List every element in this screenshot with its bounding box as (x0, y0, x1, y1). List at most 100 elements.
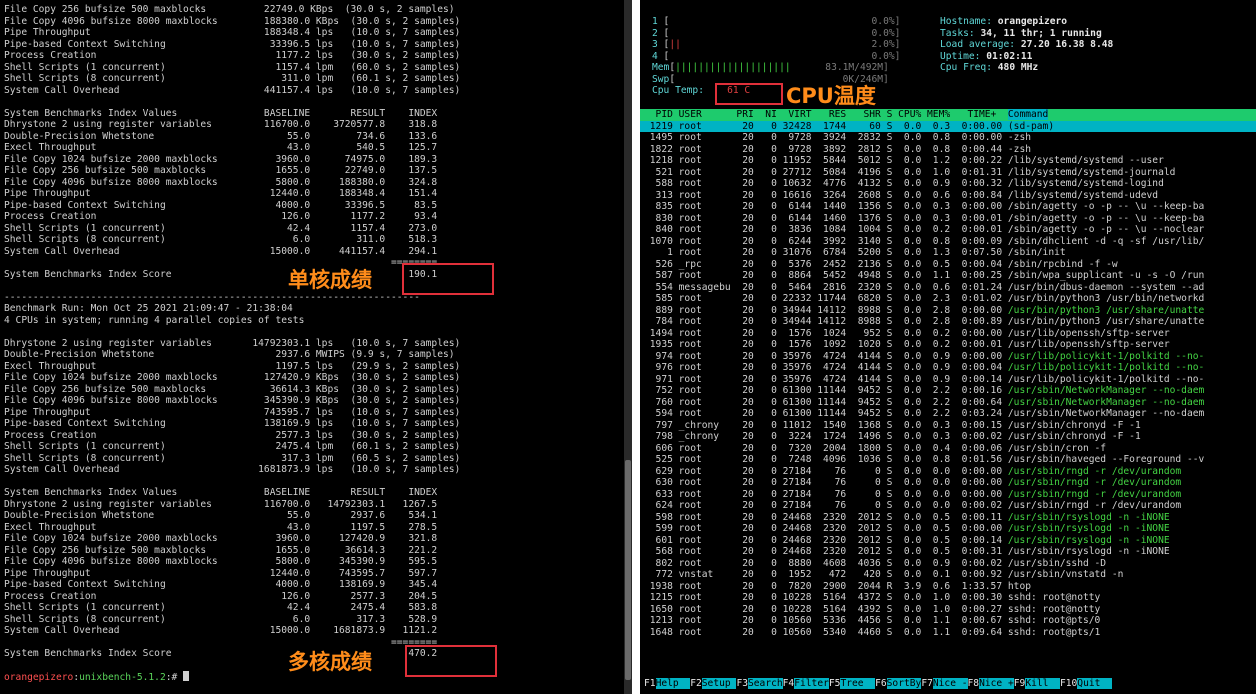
output-line: 4 CPUs in system; running 4 parallel cop… (4, 314, 305, 326)
output-line: Process Creation 126.0 1177.2 93.4 (4, 211, 438, 222)
process-row[interactable]: 594 root 20 0 61300 11144 9452 S 0.0 2.2… (640, 408, 1256, 420)
process-row[interactable]: 1822 root 20 0 9728 3892 2812 S 0.0 0.8 … (640, 144, 1256, 156)
process-stats: 594 root 20 0 61300 11144 9452 S 0.0 2.2… (644, 408, 1008, 419)
process-table[interactable]: PID USER PRI NI VIRT RES SHR S CPU% MEM%… (640, 109, 1256, 638)
process-row[interactable]: 588 root 20 0 10632 4776 4132 S 0.0 0.9 … (640, 178, 1256, 190)
fkey-label[interactable]: Help (655, 677, 691, 689)
process-command: /usr/sbin/NetworkManager --no-daem (1007, 408, 1205, 419)
process-row[interactable]: 1494 root 20 0 1576 1024 952 S 0.0 0.2 0… (640, 328, 1256, 340)
process-row[interactable]: 802 root 20 0 8880 4608 4036 S 0.0 0.9 0… (640, 558, 1256, 570)
process-row[interactable]: 772 vnstat 20 0 1952 472 420 S 0.0 0.1 0… (640, 569, 1256, 581)
fkey-f2[interactable]: F2 (690, 678, 702, 689)
process-row[interactable]: 1648 root 20 0 10560 5340 4460 S 0.0 1.1… (640, 627, 1256, 639)
fkey-f1[interactable]: F1 (644, 678, 656, 689)
benchmark-terminal[interactable]: File Copy 256 bufsize 500 maxblocks 2274… (0, 0, 632, 694)
process-row[interactable]: 1495 root 20 0 9728 3924 2832 S 0.0 0.8 … (640, 132, 1256, 144)
process-row[interactable]: 599 root 20 0 24468 2320 2012 S 0.0 0.5 … (640, 523, 1256, 535)
output-line: File Copy 4096 bufsize 8000 maxblocks 58… (4, 556, 438, 567)
function-key-bar[interactable]: F1Help F2Setup F3SearchF4FilterF5Tree F6… (644, 677, 1112, 690)
process-stats: 1495 root 20 0 9728 3924 2832 S 0.0 0.8 … (644, 132, 1008, 143)
process-row[interactable]: 760 root 20 0 61300 11144 9452 S 0.0 2.2… (640, 397, 1256, 409)
process-row[interactable]: 554 messagebu 20 0 5464 2816 2320 S 0.0 … (640, 282, 1256, 294)
output-line: Double-Precision Whetstone 2937.6 MWIPS … (4, 349, 455, 360)
output-line: File Copy 256 bufsize 500 maxblocks 1655… (4, 544, 438, 556)
process-row[interactable]: 1218 root 20 0 11952 5844 5012 S 0.0 1.2… (640, 155, 1256, 167)
fkey-label[interactable]: Nice + (979, 677, 1014, 689)
fkey-label[interactable]: Tree (840, 677, 876, 689)
fkey-f10[interactable]: F10 (1060, 678, 1077, 689)
process-row[interactable]: 1650 root 20 0 10228 5164 4392 S 0.0 1.0… (640, 604, 1256, 616)
process-row[interactable]: 585 root 20 0 22332 11744 6820 S 0.0 2.3… (640, 293, 1256, 305)
process-command: /sbin/rpcbind -f -w (1007, 258, 1118, 270)
cpu-percent: 0.0%] (871, 16, 901, 27)
scrollbar-thumb[interactable] (625, 460, 631, 680)
process-row[interactable]: 1219 root 20 0 32428 1744 60 S 0.0 0.3 0… (640, 120, 1256, 132)
process-row[interactable]: 1213 root 20 0 10560 5336 4456 S 0.0 1.1… (640, 615, 1256, 627)
process-row[interactable]: 1070 root 20 0 6244 3992 3140 S 0.0 0.8 … (640, 236, 1256, 248)
process-row[interactable]: 624 root 20 0 27184 76 0 S 0.0 0.0 0:00.… (640, 500, 1256, 512)
process-row[interactable]: 840 root 20 0 3836 1084 1004 S 0.0 0.2 0… (640, 224, 1256, 236)
process-row[interactable]: 752 root 20 0 61300 11144 9452 S 0.0 2.2… (640, 385, 1256, 397)
fkey-f8[interactable]: F8 (968, 678, 980, 689)
process-row[interactable]: 313 root 20 0 16616 3264 2608 S 0.0 0.6 … (640, 190, 1256, 202)
shell-prompt[interactable]: orangepizero:unixbench-5.1.2:# (4, 671, 460, 684)
process-row[interactable]: 835 root 20 0 6144 1440 1356 S 0.0 0.3 0… (640, 201, 1256, 213)
command-column-header[interactable]: Command (1007, 109, 1049, 120)
process-stats: 624 root 20 0 27184 76 0 S 0.0 0.0 0:00.… (644, 500, 1008, 511)
process-row[interactable]: 830 root 20 0 6144 1460 1376 S 0.0 0.3 0… (640, 213, 1256, 225)
process-row[interactable]: 598 root 20 0 24468 2320 2012 S 0.0 0.5 … (640, 512, 1256, 524)
process-stats: 554 messagebu 20 0 5464 2816 2320 S 0.0 … (644, 281, 1008, 293)
process-row[interactable]: 630 root 20 0 27184 76 0 S 0.0 0.0 0:00.… (640, 477, 1256, 489)
fkey-label[interactable]: Setup (701, 677, 737, 689)
process-row[interactable]: 889 root 20 0 34944 14112 8988 S 0.0 2.8… (640, 305, 1256, 317)
fkey-label[interactable]: Filter (794, 677, 829, 689)
process-row[interactable]: 633 root 20 0 27184 76 0 S 0.0 0.0 0:00.… (640, 489, 1256, 501)
fkey-label[interactable]: Kill (1025, 677, 1060, 689)
column-header-row[interactable]: PID USER PRI NI VIRT RES SHR S CPU% MEM%… (640, 109, 1256, 121)
cpu-percent: 2.0%] (871, 39, 901, 50)
htop-terminal[interactable]: 1 [ 0.0%] 2 [ 0.0%] 3 [|| 2.0%] 4 [ 0.0%] Me… (640, 0, 1256, 694)
prompt-path: unixbench-5.1.2 (79, 672, 166, 683)
fkey-label[interactable]: Nice - (932, 677, 968, 689)
process-row[interactable]: 1215 root 20 0 10228 5164 4372 S 0.0 1.0… (640, 592, 1256, 604)
fkey-label[interactable]: Search (748, 677, 783, 689)
process-row[interactable]: 601 root 20 0 24468 2320 2012 S 0.0 0.5 … (640, 535, 1256, 547)
process-row[interactable]: 587 root 20 0 8864 5452 4948 S 0.0 1.1 0… (640, 270, 1256, 282)
process-stats: 1822 root 20 0 9728 3892 2812 S 0.0 0.8 … (644, 143, 1008, 155)
process-row[interactable]: 1 root 20 0 31076 6784 5200 S 0.0 1.3 0:… (640, 247, 1256, 259)
output-line: Pipe-based Context Switching 4000.0 1381… (4, 579, 438, 590)
process-row[interactable]: 974 root 20 0 35976 4724 4144 S 0.0 0.9 … (640, 351, 1256, 363)
fkey-f5[interactable]: F5 (829, 678, 841, 689)
process-command: /usr/sbin/rngd -r /dev/urandom (1007, 500, 1182, 511)
process-row[interactable]: 798 _chrony 20 0 3224 1724 1496 S 0.0 0.… (640, 431, 1256, 443)
fkey-f4[interactable]: F4 (783, 678, 795, 689)
fkey-f3[interactable]: F3 (736, 678, 748, 689)
process-row[interactable]: 971 root 20 0 35976 4724 4144 S 0.0 0.9 … (640, 374, 1256, 386)
process-stats: 1 root 20 0 31076 6784 5200 S 0.0 1.3 0:… (644, 247, 1008, 258)
process-row[interactable]: 629 root 20 0 27184 76 0 S 0.0 0.0 0:00.… (640, 466, 1256, 478)
process-row[interactable]: 1938 root 20 0 7820 2900 2044 R 3.9 0.6 … (640, 581, 1256, 593)
process-row[interactable]: 976 root 20 0 35976 4724 4144 S 0.0 0.9 … (640, 362, 1256, 374)
fkey-f7[interactable]: F7 (921, 678, 933, 689)
output-line: Shell Scripts (1 concurrent) 42.4 1157.4… (4, 222, 438, 234)
process-stats: 630 root 20 0 27184 76 0 S 0.0 0.0 0:00.… (644, 477, 1008, 488)
process-stats: 1938 root 20 0 7820 2900 2044 R 3.9 0.6 … (644, 580, 1008, 592)
process-row[interactable]: 568 root 20 0 24468 2320 2012 S 0.0 0.5 … (640, 546, 1256, 558)
fkey-f6[interactable]: F6 (875, 678, 887, 689)
fkey-f9[interactable]: F9 (1014, 678, 1026, 689)
process-row[interactable]: 526 _rpc 20 0 5376 2452 2136 S 0.0 0.5 0… (640, 259, 1256, 271)
fkey-label[interactable]: Quit (1077, 677, 1112, 689)
process-row[interactable]: 784 root 20 0 34944 14112 8988 S 0.0 2.8… (640, 316, 1256, 328)
process-row[interactable]: 521 root 20 0 27712 5084 4196 S 0.0 1.0 … (640, 167, 1256, 179)
process-row[interactable]: 1935 root 20 0 1576 1092 1020 S 0.0 0.2 … (640, 339, 1256, 351)
terminal-scrollbar[interactable] (624, 0, 632, 694)
column-headers[interactable]: PID USER PRI NI VIRT RES SHR S CPU% MEM%… (644, 109, 1008, 120)
memory-meter: Mem[|||||||||||||||||||| 83.1M/492M] (652, 62, 889, 73)
process-row[interactable]: 797 _chrony 20 0 11012 1540 1368 S 0.0 0… (640, 420, 1256, 432)
process-row[interactable]: 606 root 20 0 7320 2004 1800 S 0.0 0.4 0… (640, 443, 1256, 455)
process-stats: 840 root 20 0 3836 1084 1004 S 0.0 0.2 0… (644, 224, 1008, 235)
process-row[interactable]: 525 root 20 0 7248 4096 1036 S 0.0 0.8 0… (640, 454, 1256, 466)
fkey-label[interactable]: SortBy (886, 677, 922, 689)
